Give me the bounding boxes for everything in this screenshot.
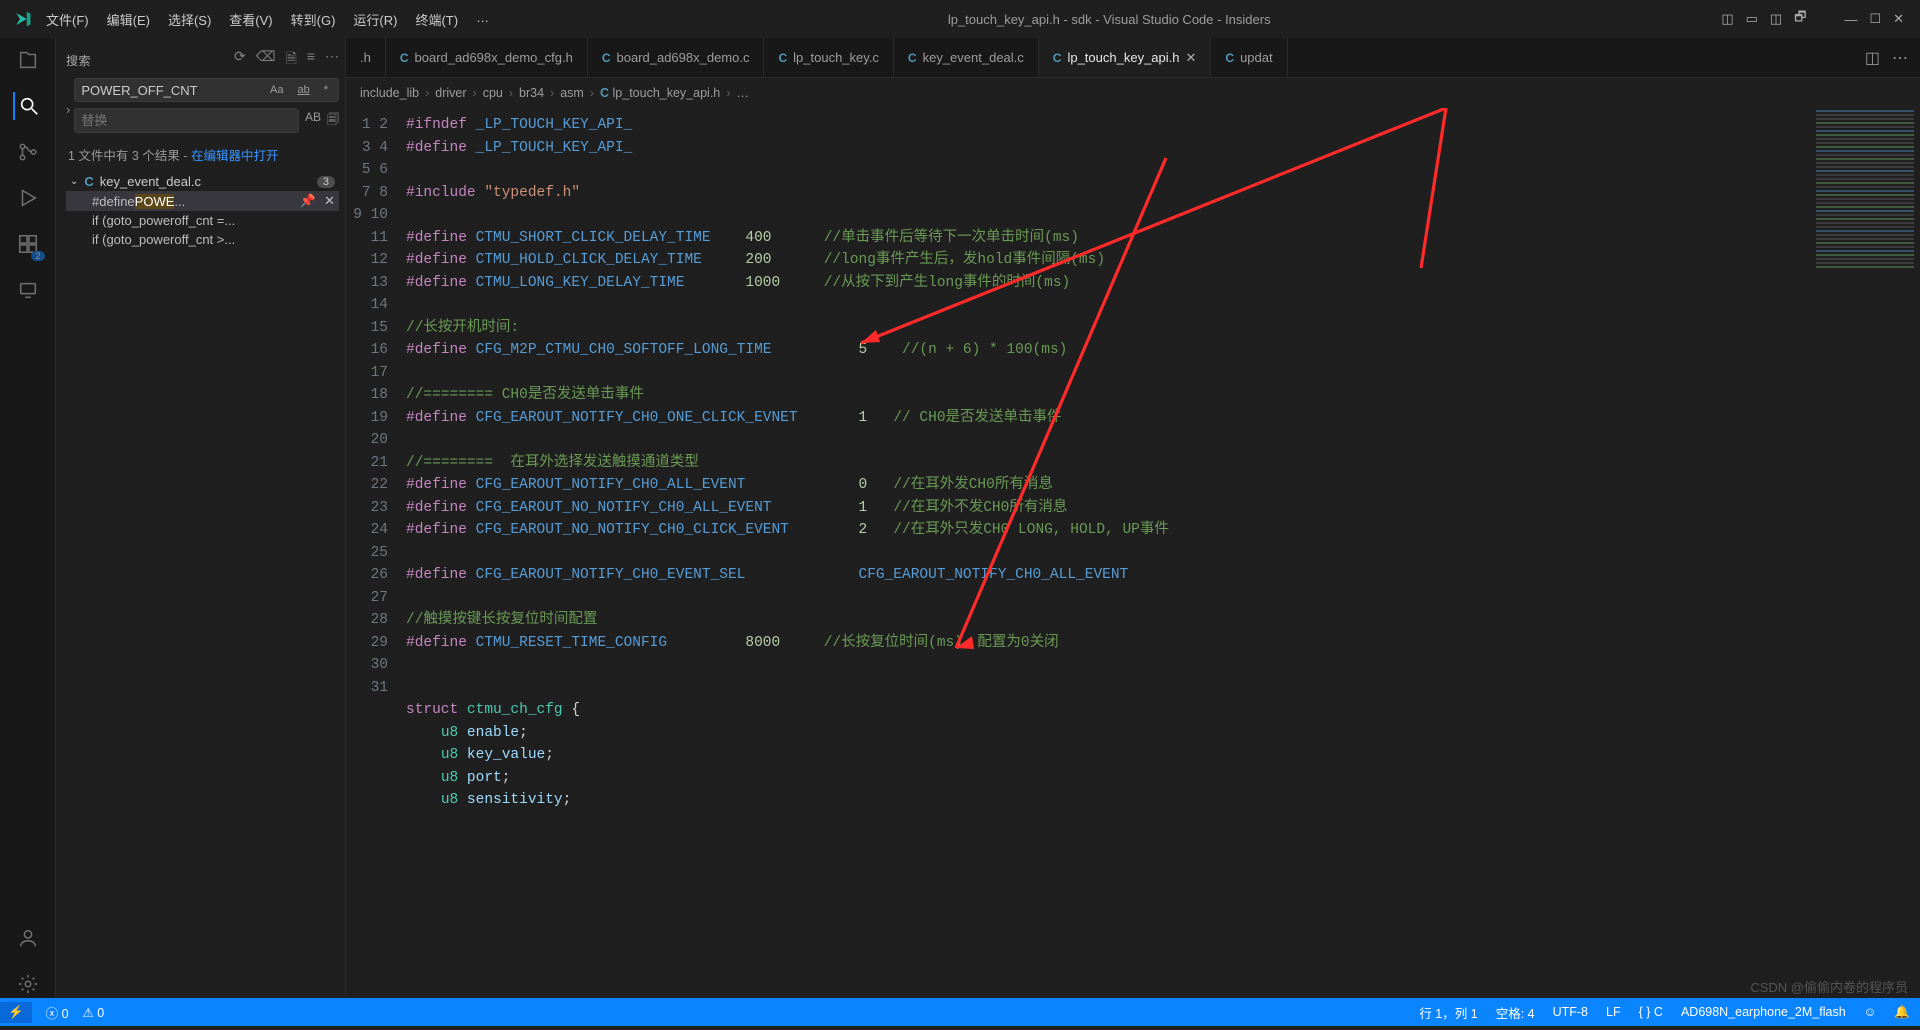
preserve-case-toggle[interactable]: AB	[305, 110, 321, 131]
tab[interactable]: Ckey_event_deal.c	[894, 38, 1039, 77]
pin-icon[interactable]: 📌	[300, 193, 316, 209]
minimap[interactable]	[1810, 108, 1920, 998]
menu-edit[interactable]: 编辑(E)	[99, 6, 158, 33]
search-input[interactable]	[81, 83, 262, 98]
run-debug-icon[interactable]	[14, 184, 42, 212]
feedback-icon[interactable]: ☺	[1864, 1005, 1877, 1019]
clear-icon[interactable]: ⌫	[256, 48, 276, 72]
menu-file[interactable]: 文件(F)	[38, 6, 97, 33]
code-editor[interactable]: #ifndef _LP_TOUCH_KEY_API_ #define _LP_T…	[406, 108, 1810, 998]
breadcrumb-item[interactable]: …	[736, 86, 749, 100]
window-title: lp_touch_key_api.h - sdk - Visual Studio…	[497, 12, 1721, 27]
match-case-toggle[interactable]: Aa	[266, 82, 287, 98]
minimize-icon[interactable]: —	[1844, 12, 1857, 27]
search-match[interactable]: if (goto_poweroff_cnt >...	[66, 230, 339, 249]
main-menu[interactable]: 文件(F) 编辑(E) 选择(S) 查看(V) 转到(G) 运行(R) 终端(T…	[38, 6, 497, 33]
tabs-bar: .hCboard_ad698x_demo_cfg.hCboard_ad698x_…	[346, 38, 1920, 78]
dismiss-icon[interactable]: ✕	[324, 193, 335, 209]
maximize-icon[interactable]: ☐	[1869, 11, 1881, 27]
encoding[interactable]: UTF-8	[1553, 1005, 1588, 1019]
extensions-icon[interactable]: 2	[14, 230, 42, 258]
activity-bar: 2	[0, 38, 56, 998]
remote-indicator[interactable]: ⚡	[0, 1002, 32, 1023]
build-target[interactable]: AD698N_earphone_2M_flash	[1681, 1005, 1846, 1019]
search-match[interactable]: if (goto_poweroff_cnt =...	[66, 211, 339, 230]
vscode-insiders-icon	[8, 10, 38, 28]
tab[interactable]: Clp_touch_key.c	[764, 38, 893, 77]
notifications-icon[interactable]: 🔔	[1894, 1005, 1910, 1020]
line-gutter: 1 2 3 4 5 6 7 8 9 10 11 12 13 14 15 16 1…	[346, 108, 406, 998]
replace-input[interactable]	[74, 108, 299, 133]
settings-gear-icon[interactable]	[14, 970, 42, 998]
source-control-icon[interactable]	[14, 138, 42, 166]
error-count[interactable]: ⓧ 0	[46, 1003, 69, 1022]
close-tab-icon[interactable]: ✕	[1185, 50, 1196, 66]
search-panel: 搜索 ⟳ ⌫ 🗎 ≡ ⋯ › Aa ab *	[56, 38, 346, 998]
search-results-summary: 1 文件中有 3 个结果 - 在编辑器中打开	[68, 145, 337, 164]
eol[interactable]: LF	[1606, 1005, 1621, 1019]
remote-icon[interactable]	[14, 276, 42, 304]
menu-run[interactable]: 运行(R)	[345, 6, 405, 33]
open-in-editor-link[interactable]: 在编辑器中打开	[191, 149, 279, 163]
layout-panel-icon[interactable]: ◫	[1721, 11, 1733, 27]
account-icon[interactable]	[14, 924, 42, 952]
close-icon[interactable]: ✕	[1893, 11, 1904, 27]
breadcrumb-item[interactable]: driver	[435, 86, 466, 100]
new-file-icon[interactable]: 🗎	[286, 48, 297, 72]
tab[interactable]: Cboard_ad698x_demo_cfg.h	[386, 38, 588, 77]
toggle-details-icon[interactable]: ≡	[307, 48, 315, 72]
chevron-down-icon: ⌄	[70, 176, 78, 187]
breadcrumb-item[interactable]: cpu	[483, 86, 503, 100]
explorer-icon[interactable]	[14, 46, 42, 74]
layout-split-icon[interactable]: ◫	[1770, 11, 1782, 27]
search-icon[interactable]	[13, 92, 41, 120]
indentation[interactable]: 空格: 4	[1496, 1003, 1535, 1022]
breadcrumb-item[interactable]: asm	[560, 86, 584, 100]
menu-terminal[interactable]: 终端(T)	[407, 6, 466, 33]
menu-selection[interactable]: 选择(S)	[160, 6, 219, 33]
match-count-badge: 3	[317, 176, 335, 188]
status-bar: ⚡ ⓧ 0 ⚠ 0 行 1，列 1 空格: 4 UTF-8 LF { } C A…	[0, 998, 1920, 1026]
language-mode[interactable]: { } C	[1639, 1005, 1663, 1019]
editor-area: .hCboard_ad698x_demo_cfg.hCboard_ad698x_…	[346, 38, 1920, 998]
breadcrumb-item[interactable]: C lp_touch_key_api.h	[600, 86, 720, 100]
split-editor-icon[interactable]: ◫	[1865, 48, 1880, 68]
tab[interactable]: Clp_touch_key_api.h✕	[1039, 38, 1212, 77]
replace-all-icon[interactable]: 🗐	[327, 110, 339, 131]
breadcrumb[interactable]: include_lib›driver›cpu›br34›asm›C lp_tou…	[346, 78, 1920, 108]
layout-grid-icon[interactable]: 🗗	[1794, 8, 1806, 30]
search-result-file[interactable]: ⌄ C key_event_deal.c 3	[66, 172, 339, 191]
breadcrumb-item[interactable]: include_lib	[360, 86, 419, 100]
search-panel-title: 搜索	[66, 52, 91, 69]
cursor-position[interactable]: 行 1，列 1	[1419, 1003, 1477, 1022]
tab[interactable]: .h	[346, 38, 386, 77]
tab[interactable]: Cboard_ad698x_demo.c	[588, 38, 765, 77]
layout-sidebar-icon[interactable]: ▭	[1746, 11, 1758, 27]
menu-view[interactable]: 查看(V)	[221, 6, 280, 33]
menu-more[interactable]: …	[468, 6, 497, 33]
tab[interactable]: Cupdat	[1211, 38, 1287, 77]
warning-count[interactable]: ⚠ 0	[83, 1005, 105, 1020]
more-actions-icon[interactable]: ⋯	[1892, 48, 1908, 68]
whole-word-toggle[interactable]: ab	[293, 82, 313, 98]
title-bar: 文件(F) 编辑(E) 选择(S) 查看(V) 转到(G) 运行(R) 终端(T…	[0, 0, 1920, 38]
refresh-icon[interactable]: ⟳	[234, 48, 246, 72]
toggle-replace-icon[interactable]: ›	[66, 78, 70, 141]
menu-goto[interactable]: 转到(G)	[283, 6, 344, 33]
search-match[interactable]: #define POWE...📌✕	[66, 191, 339, 211]
regex-toggle[interactable]: *	[320, 82, 332, 98]
collapse-icon[interactable]: ⋯	[325, 48, 339, 72]
breadcrumb-item[interactable]: br34	[519, 86, 544, 100]
